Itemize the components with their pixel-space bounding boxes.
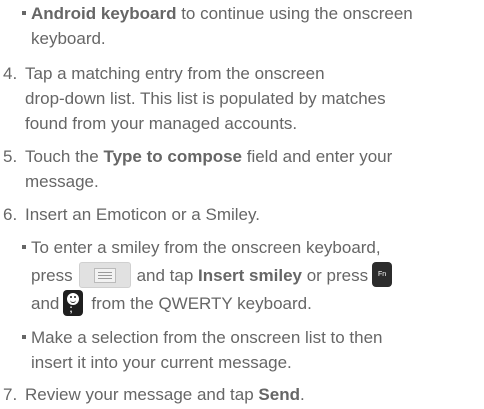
and-tap-text: and tap xyxy=(136,266,199,285)
step-text-post: . xyxy=(299,385,305,404)
android-keyboard-label: Android keyboard xyxy=(31,4,177,23)
step-4-line-3: found from your managed accounts. xyxy=(25,114,298,133)
insert-smiley-label: Insert smiley xyxy=(198,266,302,285)
type-to-compose-label: Type to compose xyxy=(103,147,242,166)
step-number: 6. xyxy=(3,205,18,224)
step-6-bullet-1-line-2: press and tap Insert smiley or press Fn xyxy=(31,261,393,290)
menu-key-icon xyxy=(78,261,131,288)
partial-bullet-line: Android keyboard to continue using the o… xyxy=(22,1,413,26)
smiley-key-icon: ; xyxy=(63,289,84,316)
step-number: 5. xyxy=(3,147,18,166)
manual-page: Android keyboard to continue using the o… xyxy=(0,0,484,409)
step-4-line-2: drop-down list. This list is populated b… xyxy=(25,89,386,108)
bullet-text: To enter a smiley from the onscreen keyb… xyxy=(31,238,381,257)
and-text: and xyxy=(31,294,60,313)
bullet-icon xyxy=(22,334,26,339)
step-6-bullet-1: To enter a smiley from the onscreen keyb… xyxy=(22,235,381,260)
partial-bullet-cont: keyboard. xyxy=(31,29,106,48)
step-text-pre: Review your message and tap xyxy=(25,385,259,404)
step-text-post: field and enter your xyxy=(242,147,393,166)
step-6-bullet-2-line-2: insert it into your current message. xyxy=(31,353,292,372)
step-6-bullet-1-line-3: and; from the QWERTY keyboard. xyxy=(31,289,312,318)
from-qwerty-text: from the QWERTY keyboard. xyxy=(91,294,312,313)
bullet-icon xyxy=(22,244,26,249)
send-label: Send xyxy=(258,385,300,404)
step-5-line-2: message. xyxy=(25,172,99,191)
bullet-icon xyxy=(22,10,26,15)
step-number: 4. xyxy=(3,64,18,83)
or-press-text: or press xyxy=(301,266,369,285)
press-text: press xyxy=(31,266,73,285)
step-text: Tap a matching entry from the onscreen xyxy=(25,64,325,83)
fn-key-icon: Fn xyxy=(372,262,393,288)
bullet-text: Make a selection from the onscreen list … xyxy=(31,328,383,347)
step-6-bullet-2: Make a selection from the onscreen list … xyxy=(22,325,383,350)
step-7: 7. Review your message and tap Send. xyxy=(3,382,305,407)
step-number: 7. xyxy=(3,385,18,404)
step-text: Insert an Emoticon or a Smiley. xyxy=(25,205,260,224)
partial-bullet-text: to continue using the onscreen xyxy=(176,4,413,23)
step-6: 6. Insert an Emoticon or a Smiley. xyxy=(3,202,260,227)
step-5: 5. Touch the Type to compose field and en… xyxy=(3,144,392,169)
step-4: 4. Tap a matching entry from the onscreen xyxy=(3,61,325,86)
step-text-pre: Touch the xyxy=(25,147,104,166)
